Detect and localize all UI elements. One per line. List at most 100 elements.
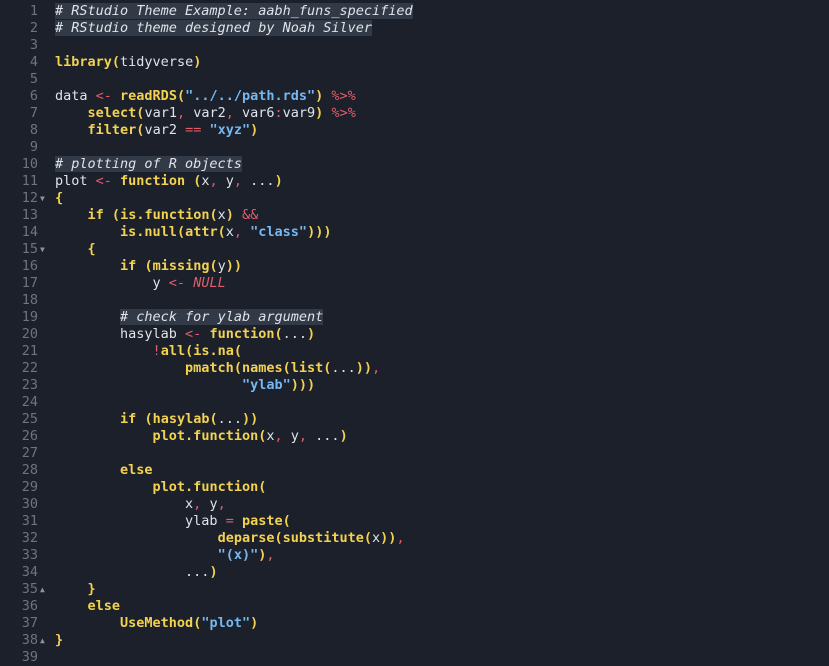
code-token: NULL bbox=[193, 275, 226, 291]
line-number: 37 bbox=[0, 615, 50, 632]
code-token: names bbox=[241, 360, 283, 376]
code-line[interactable]: library(tidyverse) bbox=[55, 54, 201, 71]
code-token: , bbox=[274, 428, 283, 444]
code-line[interactable]: # RStudio Theme Example: aabh_funs_speci… bbox=[55, 3, 413, 20]
code-line[interactable]: # check for ylab argument bbox=[55, 309, 324, 326]
code-line[interactable]: { bbox=[55, 241, 96, 258]
line-number: 34 bbox=[0, 564, 50, 581]
code-token: x bbox=[217, 207, 226, 223]
code-line[interactable]: x, y, bbox=[55, 496, 226, 513]
code-line[interactable]: filter(var2 == "xyz") bbox=[55, 122, 259, 139]
code-token: x bbox=[266, 428, 275, 444]
line-number: 22 bbox=[0, 360, 50, 377]
code-token: if bbox=[120, 258, 137, 274]
line-number-text: 26 bbox=[21, 428, 38, 444]
code-line[interactable]: y <- NULL bbox=[55, 275, 226, 292]
code-token: "plot" bbox=[201, 615, 251, 631]
line-number: 2 bbox=[0, 20, 50, 37]
code-token: %>% bbox=[331, 88, 356, 104]
line-number-text: 35 bbox=[21, 581, 38, 597]
code-token: ( bbox=[233, 360, 242, 376]
code-token: ))) bbox=[290, 377, 316, 393]
code-token: ... bbox=[217, 411, 243, 427]
code-token: ( bbox=[209, 207, 218, 223]
code-line[interactable]: deparse(substitute(x)), bbox=[55, 530, 405, 547]
code-token: tidyverse bbox=[120, 54, 194, 70]
code-line[interactable]: { bbox=[55, 190, 63, 207]
code-token: ( bbox=[144, 411, 153, 427]
code-line[interactable]: if (missing(y)) bbox=[55, 258, 242, 275]
line-number: 38 ▲ bbox=[0, 632, 50, 649]
line-number-text: 13 bbox=[21, 207, 38, 223]
code-line[interactable]: if (is.function(x) && bbox=[55, 207, 259, 224]
code-token: , bbox=[233, 173, 243, 189]
line-number-text: 36 bbox=[21, 598, 38, 614]
code-line[interactable]: is.null(attr(x, "class"))) bbox=[55, 224, 331, 241]
code-token: is.null bbox=[120, 224, 177, 240]
code-editor[interactable]: 1 2 3 4 5 6 7 8 9 10 11 12 ▼ 13 14 15 ▼ 16 17 18 19 20 21 22 23 2… bbox=[0, 0, 829, 666]
code-token: hasylab bbox=[152, 411, 210, 427]
fold-end-icon[interactable]: ▲ bbox=[40, 632, 45, 649]
line-number: 29 bbox=[0, 479, 50, 496]
code-line[interactable]: "(x)"), bbox=[55, 547, 275, 564]
line-number-text: 9 bbox=[29, 139, 38, 155]
line-number: 25 bbox=[0, 411, 50, 428]
code-token: , bbox=[396, 530, 405, 546]
code-token: ( bbox=[176, 224, 186, 240]
line-number-text: 2 bbox=[29, 20, 38, 36]
code-line[interactable]: } bbox=[55, 632, 63, 649]
line-number: 8 bbox=[0, 122, 50, 139]
code-token: , bbox=[233, 224, 243, 240]
code-line[interactable]: plot <- function (x, y, ...) bbox=[55, 173, 283, 190]
code-token: y bbox=[217, 173, 234, 189]
code-token: is.na bbox=[193, 343, 234, 359]
code-token: ... bbox=[282, 326, 308, 342]
code-line[interactable]: ...) bbox=[55, 564, 218, 581]
line-number: 21 bbox=[0, 343, 50, 360]
code-token: library bbox=[55, 54, 112, 70]
code-line[interactable]: UseMethod("plot") bbox=[55, 615, 258, 632]
line-number: 11 bbox=[0, 173, 50, 190]
code-area[interactable]: # RStudio Theme Example: aabh_funs_speci… bbox=[50, 0, 829, 666]
code-token: ... bbox=[242, 173, 275, 189]
code-line[interactable]: else bbox=[55, 598, 121, 615]
code-token: plot.function bbox=[152, 479, 259, 495]
code-token: } bbox=[87, 581, 96, 597]
code-line[interactable]: !all(is.na( bbox=[55, 343, 242, 360]
code-token: x bbox=[55, 496, 194, 512]
code-line[interactable]: "ylab"))) bbox=[55, 377, 315, 394]
line-number-text: 12 bbox=[21, 190, 38, 206]
code-line[interactable]: # RStudio theme designed by Noah Silver bbox=[55, 20, 372, 37]
code-token: ( bbox=[176, 88, 186, 104]
code-line[interactable]: select(var1, var2, var6:var9) %>% bbox=[55, 105, 356, 122]
code-line[interactable]: pmatch(names(list(...)), bbox=[55, 360, 380, 377]
fold-end-icon[interactable]: ▲ bbox=[40, 581, 45, 598]
fold-collapse-icon[interactable]: ▼ bbox=[40, 241, 45, 258]
line-number: 31 bbox=[0, 513, 50, 530]
code-line[interactable]: # plotting of R objects bbox=[55, 156, 242, 173]
code-token: # check for ylab argument bbox=[120, 309, 324, 325]
code-line[interactable]: data <- readRDS("../../path.rds") %>% bbox=[55, 88, 356, 105]
code-line[interactable]: } bbox=[55, 581, 96, 598]
code-line[interactable]: plot.function( bbox=[55, 479, 267, 496]
code-line[interactable]: if (hasylab(...)) bbox=[55, 411, 258, 428]
code-line[interactable]: plot.function(x, y, ...) bbox=[55, 428, 348, 445]
code-line[interactable]: ylab = paste( bbox=[55, 513, 291, 530]
line-number: 15 ▼ bbox=[0, 241, 50, 258]
code-token: , bbox=[225, 105, 234, 121]
code-line[interactable]: else bbox=[55, 462, 153, 479]
code-token: x bbox=[201, 173, 210, 189]
code-token: , bbox=[266, 547, 275, 563]
line-number: 17 bbox=[0, 275, 50, 292]
code-line[interactable]: hasylab <- function(...) bbox=[55, 326, 315, 343]
fold-collapse-icon[interactable]: ▼ bbox=[40, 190, 45, 207]
